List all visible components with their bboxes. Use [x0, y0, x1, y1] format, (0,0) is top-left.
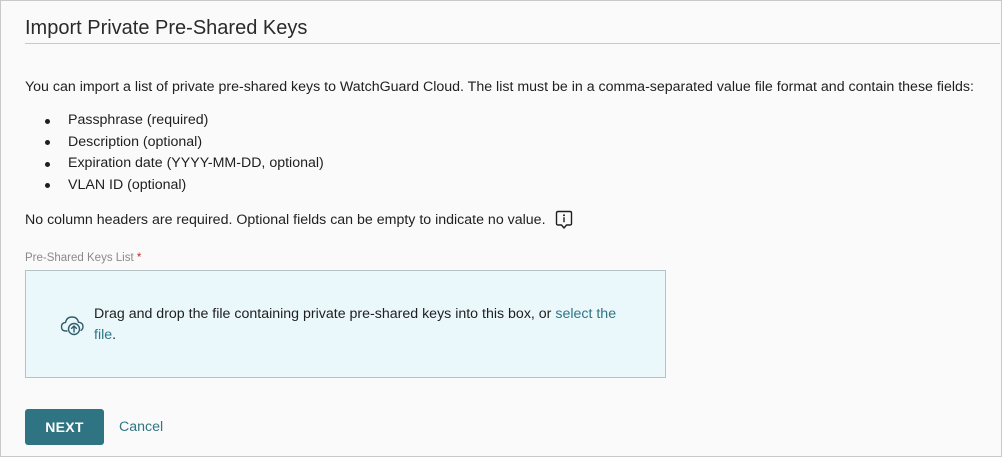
list-item-label: Expiration date (YYYY-MM-DD, optional) — [68, 155, 324, 171]
cancel-button[interactable]: Cancel — [119, 419, 163, 435]
dropzone-text: Drag and drop the file containing privat… — [94, 306, 556, 322]
next-button[interactable]: NEXT — [25, 409, 104, 445]
title-divider — [25, 43, 1000, 44]
file-dropzone[interactable]: Drag and drop the file containing privat… — [25, 270, 666, 378]
list-item-label: Passphrase (required) — [68, 112, 209, 128]
info-icon[interactable] — [555, 210, 573, 230]
list-item-label: VLAN ID (optional) — [68, 176, 187, 193]
required-fields-list: Passphrase (required) Description (optio… — [41, 110, 324, 196]
field-label: Pre-Shared Keys List * — [25, 252, 141, 264]
intro-text: You can import a list of private pre-sha… — [25, 79, 974, 95]
bullet-icon — [45, 118, 50, 124]
note-row: No column headers are required. Optional… — [25, 209, 573, 231]
dropzone-instructions: Drag and drop the file containing privat… — [94, 304, 639, 346]
dropzone-trailing: . — [112, 327, 117, 343]
bullet-icon — [45, 183, 50, 188]
required-marker: * — [136, 252, 142, 264]
page-title: Import Private Pre-Shared Keys — [25, 17, 308, 39]
list-item: VLAN ID (optional) — [41, 175, 324, 197]
note-text: No column headers are required. Optional… — [25, 212, 546, 228]
cloud-upload-icon — [60, 314, 86, 336]
field-label-text: Pre-Shared Keys List — [25, 252, 134, 264]
list-item: Expiration date (YYYY-MM-DD, optional) — [41, 153, 324, 175]
list-item-label: Description (optional) — [68, 133, 203, 150]
bullet-icon — [45, 161, 50, 167]
import-keys-panel: Import Private Pre-Shared Keys You can i… — [0, 0, 1002, 457]
list-item: Passphrase (required) — [41, 110, 324, 132]
bullet-icon — [45, 140, 50, 145]
list-item: Description (optional) — [41, 132, 324, 154]
